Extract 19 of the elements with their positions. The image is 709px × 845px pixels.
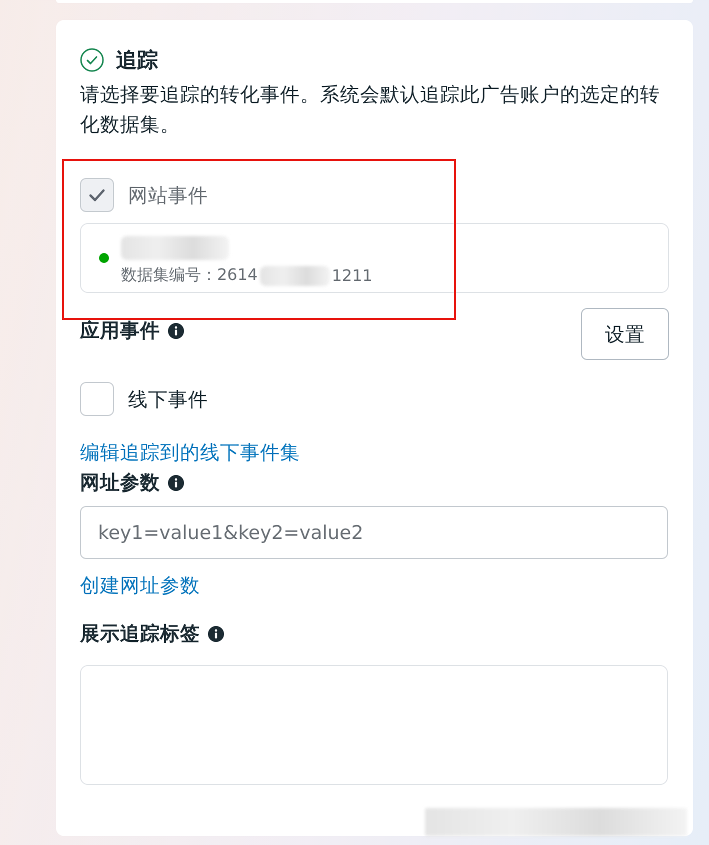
info-icon[interactable] [168, 323, 184, 339]
dataset-id: 1211 [332, 266, 372, 285]
checkbox-label: 线下事件 [128, 386, 208, 412]
url-params-field[interactable]: key1=value1&key2=value2 [80, 506, 668, 559]
section-label: 应用事件 [80, 318, 160, 344]
create-url-params-link[interactable]: 创建网址参数 [80, 573, 200, 599]
section-title: 追踪 [116, 47, 158, 74]
checkbox[interactable] [80, 382, 114, 416]
info-icon[interactable] [208, 626, 224, 642]
edit-offline-events-link[interactable]: 编辑追踪到的线下事件集 [80, 440, 300, 466]
info-icon[interactable] [168, 475, 184, 491]
section-description: 请选择要追踪的转化事件。系统会默认追踪此广告账户的选定的转化数据集。 [80, 82, 661, 138]
dataset-id: 数据集编号：2614 [121, 265, 258, 286]
settings-button[interactable]: 设置 [581, 308, 669, 360]
tags-field[interactable] [80, 665, 668, 785]
redacted-block [260, 266, 330, 286]
section-label: 网址参数 [80, 470, 160, 496]
section-label: 展示追踪标签 [80, 621, 200, 647]
checkbox-label: 网站事件 [128, 182, 208, 208]
